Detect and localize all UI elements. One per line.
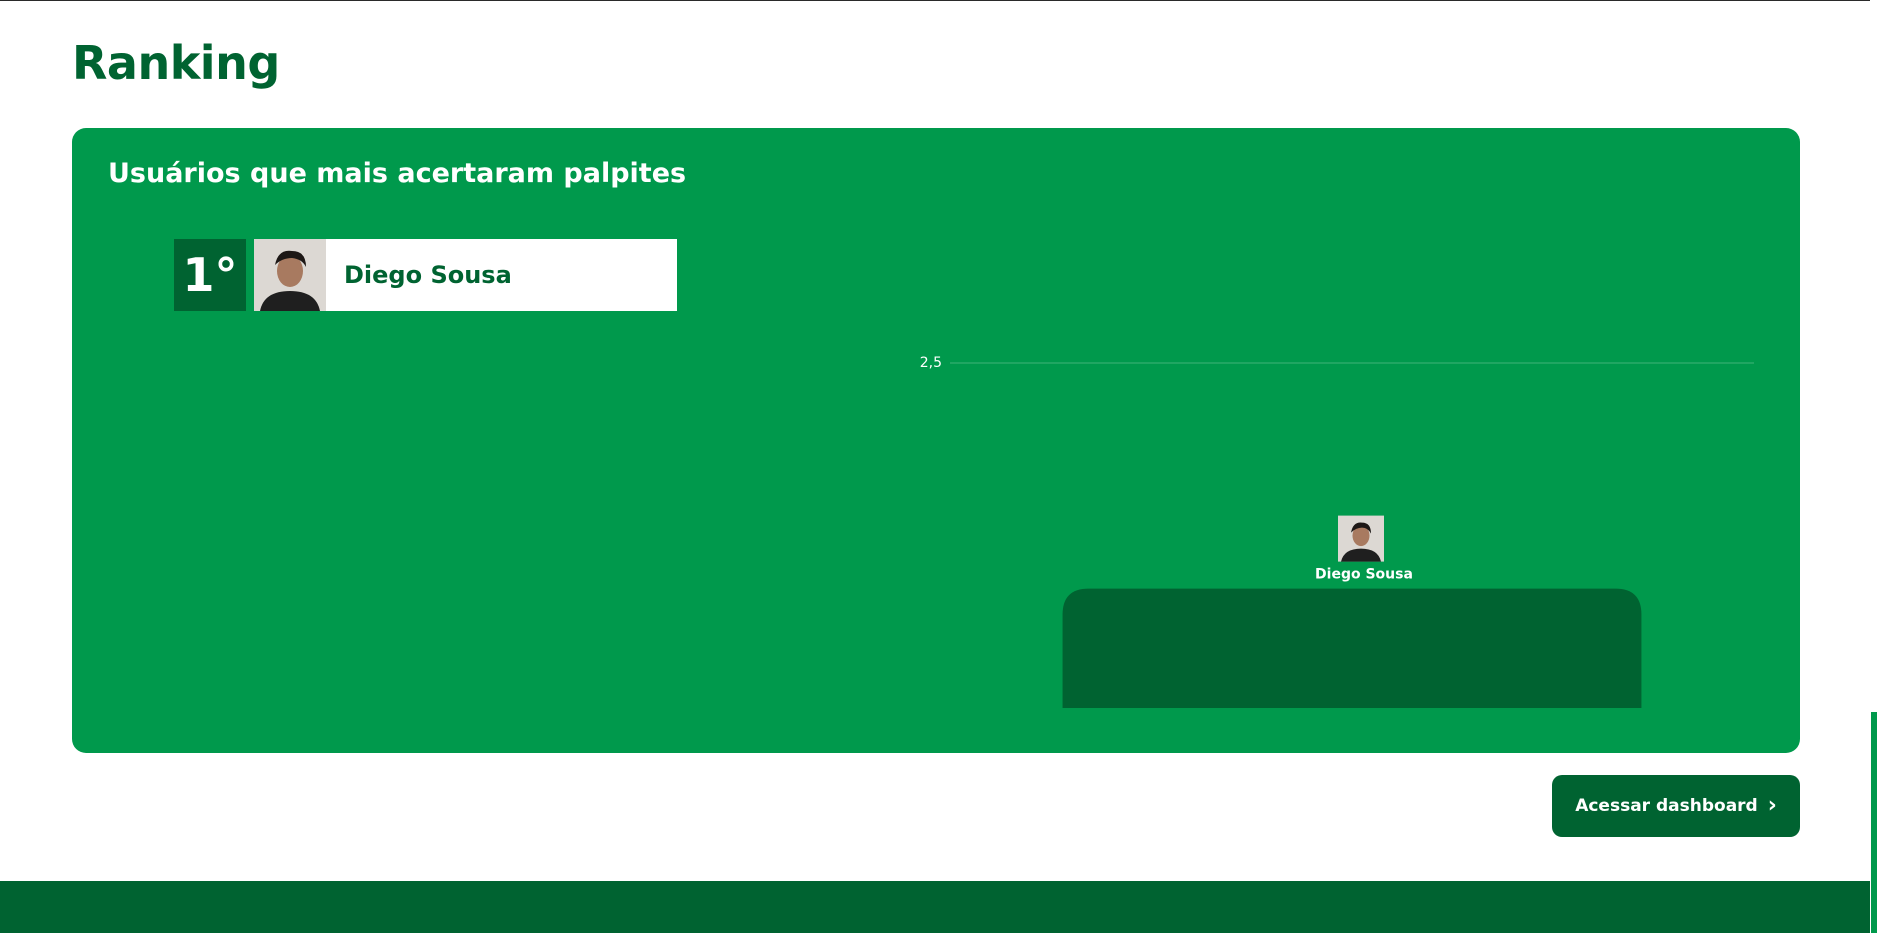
dashboard-button[interactable]: Acessar dashboard ›: [1552, 775, 1800, 837]
card-title: Usuários que mais acertaram palpites: [108, 158, 687, 189]
bar-user-name: Diego Sousa: [1315, 567, 1413, 583]
chart-bar: [1062, 588, 1642, 708]
ranking-chart: 2,50Diego Sousa1°: [842, 228, 1782, 708]
scrollbar-thumb[interactable]: [1871, 712, 1877, 933]
page-title: Ranking: [72, 36, 280, 90]
avatar-photo-icon: [254, 239, 326, 311]
ranking-card: Usuários que mais acertaram palpites 1° …: [72, 128, 1800, 753]
rank-position-badge: 1°: [174, 239, 246, 311]
footer: [0, 881, 1878, 933]
top-border: [0, 0, 1878, 1]
chart-svg: 2,50Diego Sousa1°: [920, 355, 1754, 708]
dashboard-button-label: Acessar dashboard: [1575, 796, 1758, 816]
user-name: Diego Sousa: [344, 261, 512, 289]
y-tick-label: 2,5: [920, 355, 942, 371]
chevron-right-icon: ›: [1767, 793, 1777, 818]
bar-avatar-icon: [1338, 515, 1384, 562]
user-avatar: [254, 239, 326, 311]
ranking-row: 1° Diego Sousa: [174, 239, 677, 311]
rank-name-box: Diego Sousa: [326, 239, 677, 311]
